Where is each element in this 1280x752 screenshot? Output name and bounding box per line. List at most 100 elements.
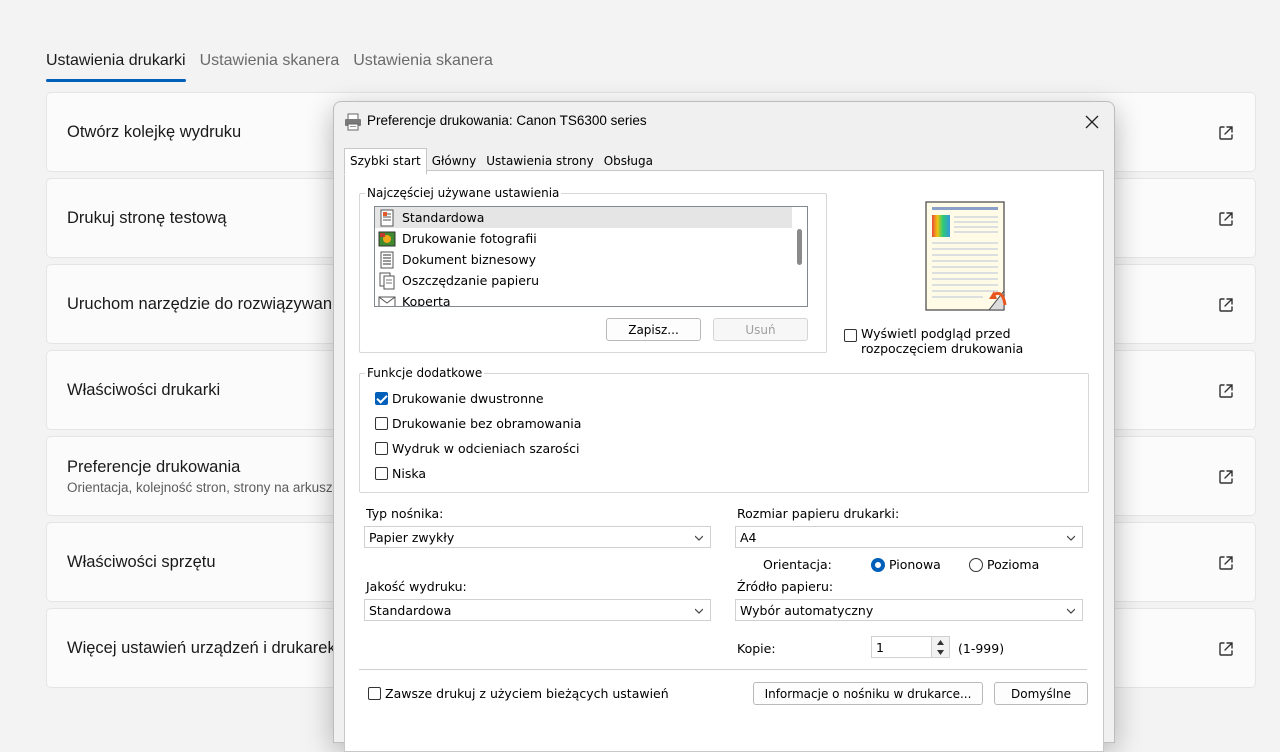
preview-before-print-checkbox[interactable]: Wyświetl podgląd przed rozpoczęciem druk… <box>844 326 1094 356</box>
paper-size-value: A4 <box>740 529 757 545</box>
open-external-icon <box>1219 126 1233 140</box>
standard-document-icon <box>380 209 394 226</box>
checkbox-label: Drukowanie bez obramowania <box>392 416 582 431</box>
chevron-down-icon <box>937 649 944 655</box>
list-item-label: Standardowa <box>402 210 485 225</box>
common-settings-legend: Najczęściej używane ustawienia <box>367 186 560 200</box>
card-description: Orientacja, kolejność stron, strony na a… <box>67 479 333 495</box>
media-type-label: Typ nośnika: <box>366 506 444 521</box>
copies-value: 1 <box>876 639 884 655</box>
print-quality-label: Jakość wydruku: <box>366 579 467 594</box>
quick-setup-panel: Najczęściej używane ustawienia Standardo… <box>344 170 1104 752</box>
list-item[interactable]: Dokument biznesowy <box>375 249 807 270</box>
print-quality-value: Standardowa <box>369 602 452 618</box>
copies-spinner[interactable]: 1 <box>871 636 950 658</box>
orientation-landscape-radio[interactable]: Pozioma <box>969 557 1039 572</box>
checkbox-box[interactable] <box>368 687 381 700</box>
low-quality-checkbox[interactable]: Niska <box>375 466 426 481</box>
business-document-icon <box>380 251 394 268</box>
page-title-cropped <box>46 0 1086 8</box>
close-button[interactable] <box>1078 108 1106 136</box>
grayscale-printing-checkbox[interactable]: Wydruk w odcieniach szarości <box>375 441 580 456</box>
chevron-down-icon <box>1067 608 1075 614</box>
radio-label: Pionowa <box>889 557 941 572</box>
open-external-icon <box>1219 556 1233 570</box>
common-settings-list[interactable]: Standardowa Drukowanie fotografii Dokume… <box>374 206 808 307</box>
radio-dot[interactable] <box>969 557 983 572</box>
media-info-button[interactable]: Informacje o nośniku w drukarce... <box>753 682 983 705</box>
envelope-icon <box>378 296 396 306</box>
open-external-icon <box>1219 470 1233 484</box>
copies-range-label: (1-999) <box>958 641 1005 656</box>
borderless-printing-checkbox[interactable]: Drukowanie bez obramowania <box>375 416 581 431</box>
copies-spin-buttons <box>931 637 949 657</box>
checkbox-label: Niska <box>392 466 427 481</box>
list-item-label: Koperta <box>402 294 451 307</box>
checkbox-box[interactable] <box>375 467 388 480</box>
paper-source-dropdown[interactable]: Wybór automatyczny <box>735 599 1083 621</box>
tab-scanner-settings[interactable]: Ustawienia skanera <box>200 52 340 82</box>
tab-printer-settings[interactable]: Ustawienia drukarki <box>46 52 186 82</box>
scrollbar-thumb[interactable] <box>797 229 802 265</box>
paper-source-label: Źródło papieru: <box>737 579 834 594</box>
list-item-label: Drukowanie fotografii <box>402 231 537 246</box>
media-type-dropdown[interactable]: Papier zwykły <box>364 526 711 548</box>
open-external-icon <box>1219 212 1233 226</box>
save-button[interactable]: Zapisz... <box>606 318 701 341</box>
checkbox-box[interactable] <box>844 329 857 342</box>
list-item[interactable]: Drukowanie fotografii <box>375 228 807 249</box>
tab-scanner-settings-2[interactable]: Ustawienia skanera <box>353 52 493 82</box>
chevron-down-icon <box>1067 535 1075 541</box>
dialog-titlebar[interactable]: Preferencje drukowania: Canon TS6300 ser… <box>334 102 1114 142</box>
list-item[interactable]: Koperta <box>375 291 807 307</box>
printer-icon <box>345 113 361 131</box>
radio-dot[interactable] <box>871 557 885 572</box>
copies-label: Kopie: <box>737 641 776 656</box>
card-label: Preferencje drukowania <box>67 457 241 476</box>
chevron-down-icon <box>695 608 703 614</box>
list-item-label: Oszczędzanie papieru <box>402 273 540 288</box>
media-type-value: Papier zwykły <box>369 529 455 545</box>
list-scrollbar[interactable] <box>792 207 807 306</box>
checkbox-box[interactable] <box>375 392 388 405</box>
settings-tabs: Ustawienia drukarki Ustawienia skanera U… <box>46 52 493 82</box>
card-label: Właściwości sprzętu <box>67 552 216 571</box>
paper-saving-icon <box>379 272 395 289</box>
card-label: Otwórz kolejkę wydruku <box>67 122 242 141</box>
additional-functions-legend: Funkcje dodatkowe <box>367 366 483 380</box>
open-external-icon <box>1219 384 1233 398</box>
always-print-current-settings-checkbox[interactable]: Zawsze drukuj z użyciem bieżących ustawi… <box>368 686 669 701</box>
print-quality-dropdown[interactable]: Standardowa <box>364 599 711 621</box>
checkbox-label: Wyświetl podgląd przed rozpoczęciem druk… <box>861 326 1024 356</box>
checkbox-label: Drukowanie dwustronne <box>392 391 544 406</box>
paper-size-label: Rozmiar papieru drukarki: <box>737 506 900 521</box>
checkbox-box[interactable] <box>375 417 388 430</box>
radio-label: Pozioma <box>987 557 1040 572</box>
dialog-title: Preferencje drukowania: Canon TS6300 ser… <box>367 113 647 128</box>
close-icon <box>1085 115 1099 129</box>
printing-preferences-dialog: Preferencje drukowania: Canon TS6300 ser… <box>333 101 1115 752</box>
list-item[interactable]: Oszczędzanie papieru <box>375 270 807 291</box>
card-label: Drukuj stronę testową <box>67 208 227 227</box>
card-label: Właściwości drukarki <box>67 380 221 399</box>
list-item[interactable]: Standardowa <box>375 207 807 228</box>
card-label: Więcej ustawień urządzeń i drukarek <box>67 638 336 657</box>
orientation-portrait-radio[interactable]: Pionowa <box>871 557 941 572</box>
duplex-printing-checkbox[interactable]: Drukowanie dwustronne <box>375 391 544 406</box>
chevron-down-icon <box>695 535 703 541</box>
tab-quick-setup[interactable]: Szybki start <box>344 148 427 175</box>
orientation-label: Orientacja: <box>763 557 832 572</box>
checkbox-label: Wydruk w odcieniach szarości <box>392 441 580 456</box>
chevron-up-icon <box>937 639 944 645</box>
defaults-button[interactable]: Domyślne <box>994 682 1088 705</box>
spin-up-button[interactable] <box>932 637 949 647</box>
separator <box>359 669 1087 670</box>
delete-button[interactable]: Usuń <box>713 318 808 341</box>
photo-icon <box>378 231 396 246</box>
spin-down-button[interactable] <box>932 647 949 657</box>
paper-size-dropdown[interactable]: A4 <box>735 526 1083 548</box>
open-external-icon <box>1219 298 1233 312</box>
paper-source-value: Wybór automatyczny <box>740 602 874 618</box>
open-external-icon <box>1219 642 1233 656</box>
checkbox-box[interactable] <box>375 442 388 455</box>
